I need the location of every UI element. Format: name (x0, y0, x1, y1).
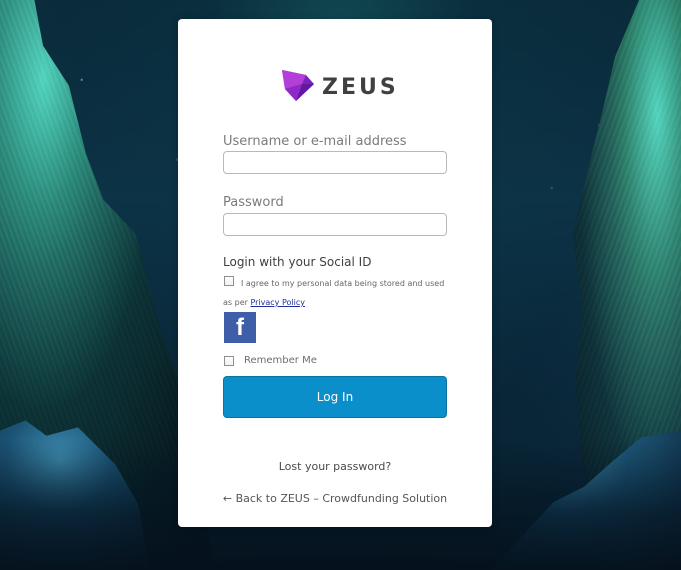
log-in-button[interactable]: Log In (223, 376, 447, 418)
back-to-site-link[interactable]: ← Back to ZEUS – Crowdfunding Solution (178, 493, 492, 504)
privacy-consent-text: I agree to my personal data being stored… (223, 274, 455, 312)
social-login-title: Login with your Social ID (223, 255, 372, 269)
remember-me-label: Remember Me (244, 355, 317, 366)
brand-name: ZEUS (322, 74, 399, 100)
privacy-policy-link[interactable]: Privacy Policy (250, 298, 305, 307)
password-input[interactable] (223, 213, 447, 236)
brand-logo: ZEUS (278, 66, 399, 106)
password-label: Password (223, 195, 284, 210)
facebook-login-button[interactable]: f (224, 312, 256, 343)
login-card: ZEUS Username or e-mail address Password… (178, 19, 492, 527)
zeus-logo-icon (282, 70, 314, 101)
username-input[interactable] (223, 151, 447, 174)
lost-password-link[interactable]: Lost your password? (178, 461, 492, 472)
username-label: Username or e-mail address (223, 134, 407, 149)
remember-me-checkbox[interactable] (224, 356, 234, 366)
facebook-icon: f (236, 313, 244, 341)
